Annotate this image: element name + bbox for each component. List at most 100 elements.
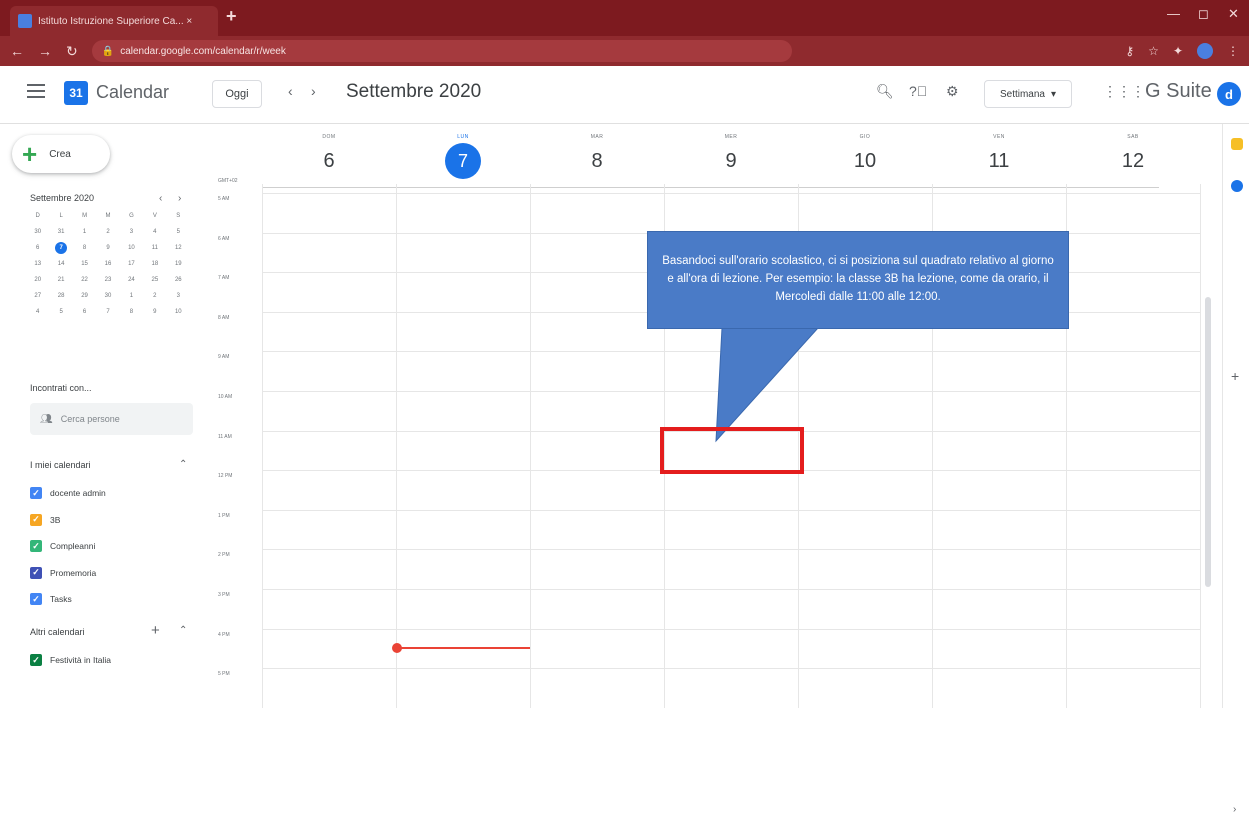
- mini-day[interactable]: 8: [73, 242, 96, 254]
- back-icon[interactable]: ←: [10, 43, 24, 59]
- main-menu-icon[interactable]: [27, 84, 45, 98]
- day-number[interactable]: 11: [932, 143, 1066, 179]
- calendar-item[interactable]: ✓ docente admin: [30, 487, 106, 499]
- mini-day[interactable]: 6: [73, 306, 96, 318]
- mini-day[interactable]: 3: [120, 226, 143, 238]
- other-calendars-label[interactable]: Altri calendari: [30, 627, 85, 637]
- chevron-up-icon[interactable]: ⌃: [179, 459, 187, 470]
- minimize-icon[interactable]: —: [1167, 6, 1180, 21]
- browser-menu-icon[interactable]: ⋮: [1227, 44, 1239, 58]
- day-column-header[interactable]: MER 9: [664, 131, 798, 179]
- chevron-up-icon[interactable]: ⌃: [179, 625, 187, 636]
- add-calendar-icon[interactable]: +: [151, 622, 160, 639]
- address-bar[interactable]: 🔒 calendar.google.com/calendar/r/week: [91, 40, 792, 62]
- key-icon[interactable]: ⚷: [1125, 44, 1134, 58]
- day-number[interactable]: 12: [1066, 143, 1200, 179]
- checkbox-icon[interactable]: ✓: [30, 513, 42, 526]
- calendar-item[interactable]: ✓ Promemoria: [30, 566, 96, 579]
- calendar-item[interactable]: ✓ Compleanni: [30, 540, 95, 552]
- mini-day[interactable]: 25: [143, 274, 166, 286]
- mini-day[interactable]: 2: [96, 226, 119, 238]
- day-column-header[interactable]: DOM 6: [262, 131, 396, 179]
- mini-day[interactable]: 21: [49, 274, 72, 286]
- day-number[interactable]: 8: [530, 143, 664, 179]
- mini-day[interactable]: 5: [49, 306, 72, 318]
- mini-day[interactable]: 30: [96, 290, 119, 302]
- day-column-header[interactable]: VEN 11: [932, 131, 1066, 179]
- reload-icon[interactable]: ↻: [66, 43, 78, 60]
- mini-day[interactable]: 28: [49, 290, 72, 302]
- day-column-header[interactable]: GIO 10: [798, 131, 932, 179]
- view-select[interactable]: Settimana ▾: [984, 80, 1072, 108]
- new-tab-button[interactable]: +: [226, 6, 237, 27]
- create-button[interactable]: + Crea: [12, 135, 110, 173]
- mini-day[interactable]: 6: [26, 242, 49, 254]
- close-window-icon[interactable]: ✕: [1228, 6, 1239, 22]
- today-button[interactable]: Oggi: [212, 80, 262, 108]
- forward-icon[interactable]: →: [38, 43, 52, 59]
- search-people-input[interactable]: 👥︎ Cerca persone: [30, 403, 193, 435]
- calendar-item[interactable]: ✓ 3B: [30, 513, 60, 526]
- add-addon-icon[interactable]: +: [1231, 368, 1239, 384]
- mini-day[interactable]: 20: [26, 274, 49, 286]
- chevron-right-icon[interactable]: ›: [311, 83, 316, 99]
- mini-day[interactable]: 15: [73, 258, 96, 270]
- day-number[interactable]: 10: [798, 143, 932, 179]
- mini-day[interactable]: 19: [167, 258, 190, 270]
- tasks-icon[interactable]: [1231, 180, 1243, 192]
- my-calendars-label[interactable]: I miei calendari: [30, 460, 91, 470]
- checkbox-icon[interactable]: ✓: [30, 654, 42, 666]
- checkbox-icon[interactable]: ✓: [30, 593, 42, 605]
- mini-day[interactable]: 12: [167, 242, 190, 254]
- settings-gear-icon[interactable]: ⚙: [946, 83, 959, 100]
- mini-next-icon[interactable]: ›: [178, 193, 181, 204]
- mini-day[interactable]: 9: [96, 242, 119, 254]
- day-number[interactable]: 6: [262, 143, 396, 179]
- mini-day[interactable]: 1: [73, 226, 96, 238]
- profile-icon[interactable]: [1197, 43, 1213, 59]
- mini-day[interactable]: 22: [73, 274, 96, 286]
- apps-grid-icon[interactable]: ⋮⋮⋮: [1103, 83, 1145, 100]
- day-column-header[interactable]: SAB 12: [1066, 131, 1200, 179]
- help-icon[interactable]: ?⃝: [909, 83, 927, 99]
- mini-day[interactable]: 30: [26, 226, 49, 238]
- checkbox-icon[interactable]: ✓: [30, 540, 42, 552]
- mini-day[interactable]: 24: [120, 274, 143, 286]
- day-column-header[interactable]: MAR 8: [530, 131, 664, 179]
- mini-day[interactable]: 8: [120, 306, 143, 318]
- checkbox-icon[interactable]: ✓: [30, 566, 42, 579]
- mini-day[interactable]: 14: [49, 258, 72, 270]
- mini-day[interactable]: 26: [167, 274, 190, 286]
- checkbox-icon[interactable]: ✓: [30, 487, 42, 499]
- maximize-icon[interactable]: ◻: [1198, 6, 1209, 22]
- mini-day[interactable]: 4: [26, 306, 49, 318]
- bookmark-star-icon[interactable]: ☆: [1148, 44, 1159, 58]
- mini-day[interactable]: 2: [143, 290, 166, 302]
- avatar[interactable]: d: [1217, 82, 1241, 106]
- mini-day[interactable]: 17: [120, 258, 143, 270]
- mini-day[interactable]: 13: [26, 258, 49, 270]
- calendar-item[interactable]: ✓ Tasks: [30, 593, 72, 605]
- scrollbar[interactable]: [1205, 297, 1211, 587]
- browser-tab[interactable]: Istituto Istruzione Superiore Ca... ×: [10, 6, 218, 36]
- extension-icon[interactable]: ✦: [1173, 44, 1183, 58]
- mini-day[interactable]: 5: [167, 226, 190, 238]
- keep-icon[interactable]: [1231, 138, 1243, 150]
- mini-day[interactable]: 11: [143, 242, 166, 254]
- mini-day[interactable]: 10: [167, 306, 190, 318]
- mini-day[interactable]: 1: [120, 290, 143, 302]
- search-icon[interactable]: 🔍︎: [876, 83, 894, 100]
- mini-day[interactable]: 9: [143, 306, 166, 318]
- mini-day[interactable]: 10: [120, 242, 143, 254]
- day-number[interactable]: 9: [664, 143, 798, 179]
- mini-day[interactable]: 27: [26, 290, 49, 302]
- expand-panel-icon[interactable]: ›: [1233, 804, 1236, 815]
- day-number[interactable]: 7: [445, 143, 481, 179]
- mini-day[interactable]: 18: [143, 258, 166, 270]
- day-column-header[interactable]: LUN 7: [396, 131, 530, 179]
- mini-day[interactable]: 4: [143, 226, 166, 238]
- mini-day[interactable]: 23: [96, 274, 119, 286]
- mini-day[interactable]: 7: [96, 306, 119, 318]
- mini-day[interactable]: 31: [49, 226, 72, 238]
- mini-day[interactable]: 3: [167, 290, 190, 302]
